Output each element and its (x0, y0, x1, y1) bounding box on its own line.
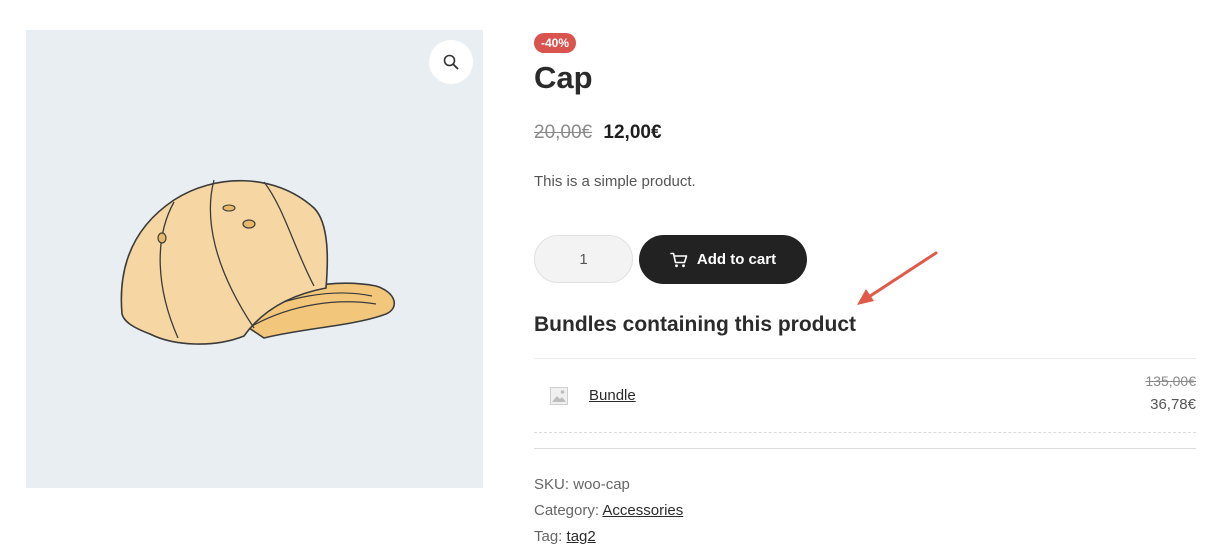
old-price: 20,00€ (534, 122, 593, 143)
bundle-row: Bundle 135,00€ 36,78€ (534, 358, 1196, 433)
sku-value: woo-cap (573, 476, 630, 493)
product-image[interactable] (114, 168, 398, 353)
product-title: Cap (534, 60, 593, 95)
sku-label: SKU: (534, 476, 570, 493)
product-description: This is a simple product. (534, 173, 696, 190)
add-to-cart-button[interactable]: Add to cart (639, 235, 807, 284)
sku-line: SKU: woo-cap (534, 472, 683, 498)
divider (534, 448, 1196, 449)
tag-link[interactable]: tag2 (567, 528, 596, 545)
category-label: Category: (534, 502, 600, 519)
add-to-cart-label: Add to cart (696, 251, 777, 268)
cart-icon (670, 252, 688, 267)
category-line: Category: Accessories (534, 498, 683, 524)
bundle-sale-price: 36,78€ (1150, 396, 1196, 413)
image-placeholder-icon (550, 387, 568, 405)
product-meta: SKU: woo-cap Category: Accessories Tag: … (534, 472, 683, 550)
tag-label: Tag: (534, 528, 563, 545)
search-icon (443, 54, 459, 70)
bundle-old-price: 135,00€ (1145, 373, 1196, 389)
product-price: 20,00€ 12,00€ (534, 122, 662, 144)
product-gallery (26, 30, 483, 488)
sale-price: 12,00€ (603, 122, 662, 143)
bundles-heading: Bundles containing this product (534, 313, 856, 336)
annotation-arrow-icon (857, 251, 938, 305)
zoom-button[interactable] (429, 40, 473, 84)
bundle-price: 135,00€ 36,78€ (1145, 373, 1196, 413)
bundle-link[interactable]: Bundle (589, 387, 636, 404)
category-link[interactable]: Accessories (602, 502, 683, 519)
tag-line: Tag: tag2 (534, 524, 683, 550)
sale-badge: -40% (534, 33, 577, 53)
quantity-input[interactable] (534, 235, 633, 283)
